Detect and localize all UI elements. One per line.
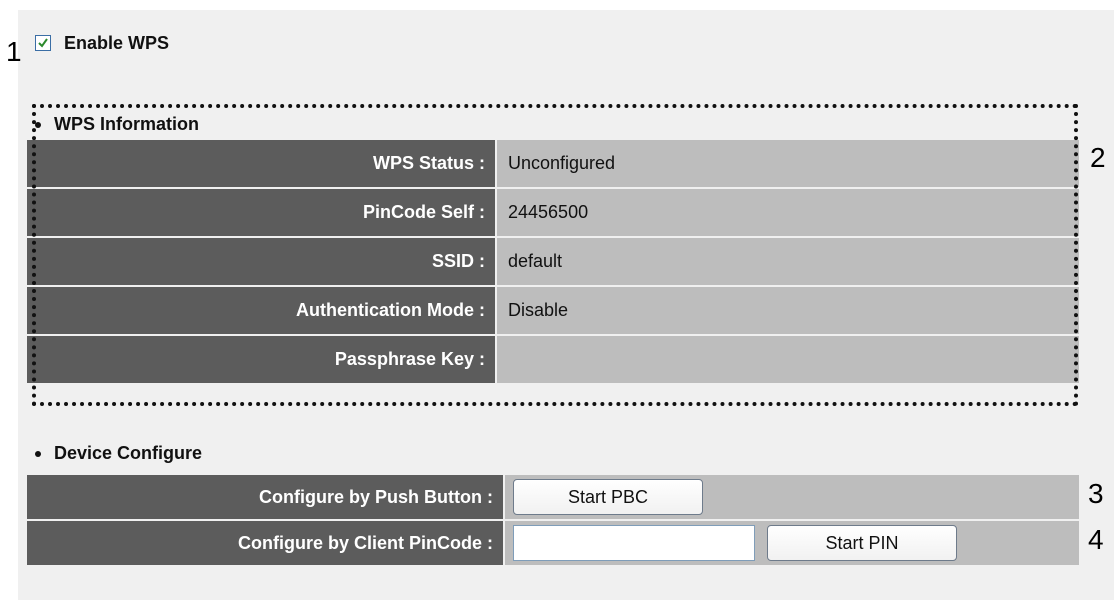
wps-status-label: WPS Status :: [27, 140, 497, 187]
callout-1: 1: [6, 36, 22, 67]
passphrase-key-label: Passphrase Key :: [27, 336, 497, 383]
wps-status-value: Unconfigured: [497, 140, 1079, 187]
device-configure-title-text: Device Configure: [54, 443, 203, 463]
wps-information-table: WPS Status : Unconfigured PinCode Self :…: [27, 140, 1079, 385]
enable-wps-label: Enable WPS: [64, 32, 170, 53]
wps-information-title-text: WPS Information: [54, 114, 199, 134]
client-pincode-cell: Start PIN: [505, 521, 1079, 565]
device-configure-title: Device Configure: [35, 443, 202, 464]
table-row: Configure by Push Button : Start PBC: [27, 475, 1079, 521]
push-button-cell: Start PBC: [505, 475, 1079, 519]
table-row: Passphrase Key :: [27, 336, 1079, 385]
ssid-value: default: [497, 238, 1079, 285]
client-pincode-input[interactable]: [513, 525, 755, 561]
client-pincode-label: Configure by Client PinCode :: [27, 521, 505, 565]
pincode-self-label: PinCode Self :: [27, 189, 497, 236]
table-row: WPS Status : Unconfigured: [27, 140, 1079, 189]
bullet-icon: [35, 121, 41, 128]
start-pin-button[interactable]: Start PIN: [767, 525, 957, 561]
pincode-self-value: 24456500: [497, 189, 1079, 236]
table-row: PinCode Self : 24456500: [27, 189, 1079, 238]
enable-wps-row: Enable WPS: [35, 28, 169, 58]
authentication-mode-value: Disable: [497, 287, 1079, 334]
enable-wps-checkbox[interactable]: [35, 35, 51, 51]
start-pbc-button[interactable]: Start PBC: [513, 479, 703, 515]
table-row: Configure by Client PinCode : Start PIN: [27, 521, 1079, 567]
table-row: Authentication Mode : Disable: [27, 287, 1079, 336]
wps-settings-page: 1 2 3 4 Enable WPS WPS Information WPS S…: [0, 0, 1116, 606]
checkmark-icon: [38, 38, 48, 48]
passphrase-key-value: [497, 336, 1079, 383]
bullet-icon: [35, 450, 41, 457]
authentication-mode-label: Authentication Mode :: [27, 287, 497, 334]
table-row: SSID : default: [27, 238, 1079, 287]
wps-information-title: WPS Information: [35, 114, 199, 135]
ssid-label: SSID :: [27, 238, 497, 285]
device-configure-table: Configure by Push Button : Start PBC Con…: [27, 475, 1079, 567]
callout-2: 2: [1090, 142, 1106, 173]
push-button-label: Configure by Push Button :: [27, 475, 505, 519]
callout-4: 4: [1088, 524, 1104, 555]
callout-3: 3: [1088, 478, 1104, 509]
